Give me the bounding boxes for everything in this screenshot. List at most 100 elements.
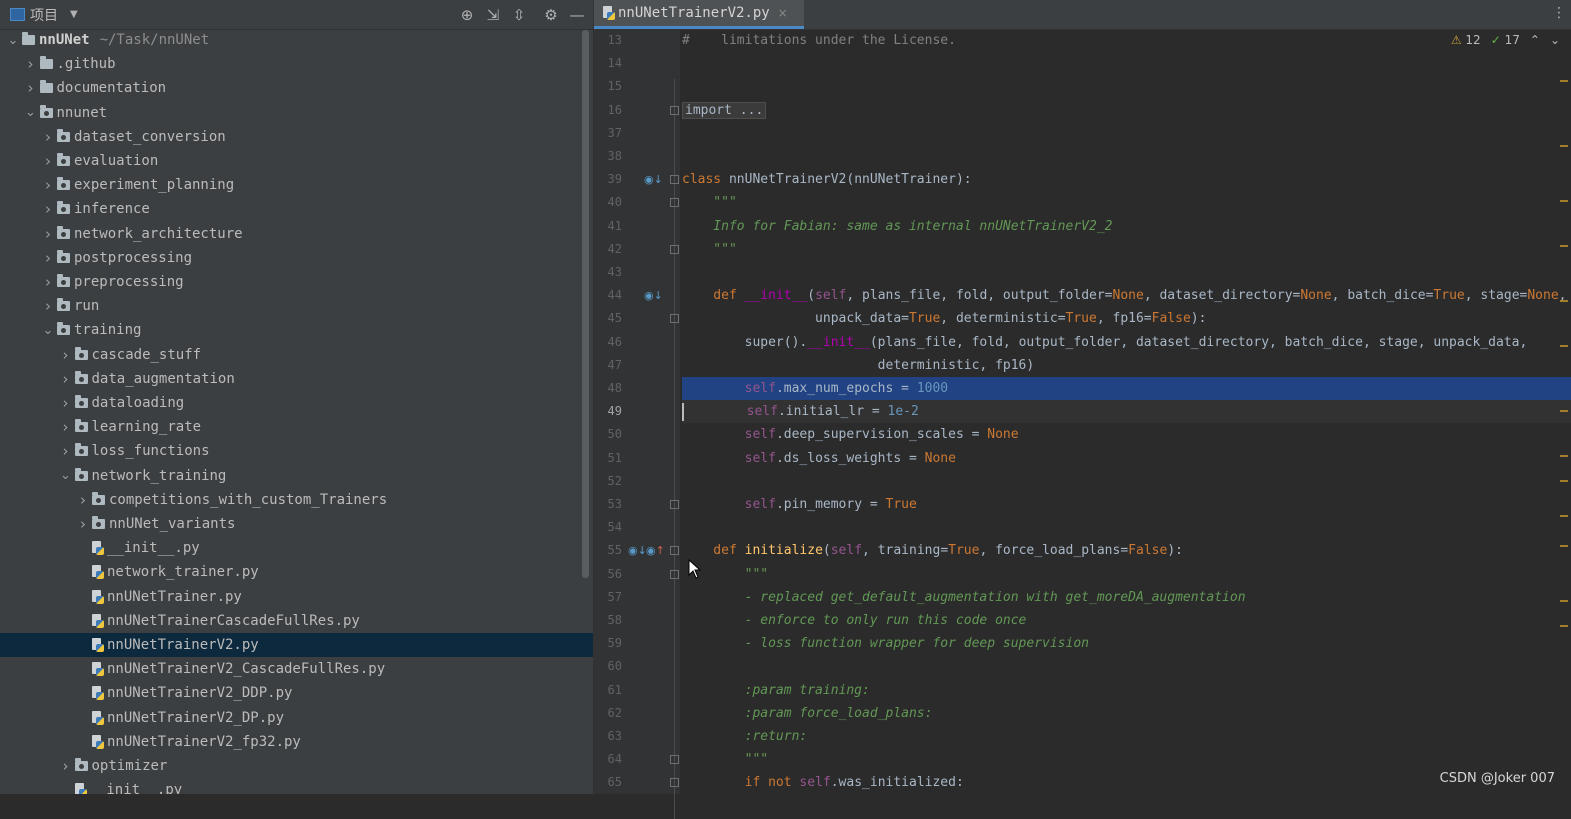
hide-icon[interactable]: — [569,6,585,24]
code-line[interactable]: """ [682,238,1571,261]
fold-marker-icon[interactable] [670,755,679,765]
chevron-right-icon[interactable]: › [59,346,73,364]
chevron-right-icon[interactable]: › [59,757,73,775]
chevron-down-icon[interactable]: ⌄ [6,33,20,48]
chevron-down-icon[interactable]: ⌄ [1550,33,1560,47]
fold-marker-icon[interactable] [670,500,679,509]
expand-all-icon[interactable]: ⇲ [485,6,501,24]
chevron-right-icon[interactable]: › [41,200,55,218]
tree-folder-item[interactable]: ⌄ nnunet [0,101,593,125]
fold-marker-icon[interactable] [670,175,679,185]
code-line[interactable]: - replaced get_default_augmentation with… [682,586,1571,609]
code-line[interactable]: :param force_load_plans: [682,702,1571,725]
tree-folder-item[interactable]: › nnUNet_variants [0,512,593,536]
warning-stripe-mark[interactable] [1560,200,1568,202]
tree-folder-item[interactable]: › dataset_conversion [0,125,593,149]
tree-file-item[interactable]: nnUNetTrainerV2_CascadeFullRes.py [0,657,593,681]
code-line[interactable]: if not self.was_initialized: [682,771,1571,794]
code-line[interactable] [682,122,1571,145]
chevron-right-icon[interactable]: › [76,491,90,509]
code-line[interactable]: - loss function wrapper for deep supervi… [682,632,1571,655]
tree-folder-item[interactable]: › run [0,294,593,318]
chevron-right-icon[interactable]: › [41,152,55,170]
tree-folder-item[interactable]: › optimizer [0,754,593,778]
collapse-all-icon[interactable]: ⇳ [511,6,527,24]
code-area[interactable]: # limitations under the License. import .… [682,29,1571,794]
chevron-right-icon[interactable]: › [59,394,73,412]
code-line[interactable] [682,470,1571,493]
chevron-right-icon[interactable]: › [41,176,55,194]
warning-stripe-mark[interactable] [1560,80,1568,82]
fold-marker-icon[interactable] [670,198,679,208]
tree-folder-item[interactable]: › inference [0,197,593,221]
implemented-icon[interactable]: ◉↓ [644,168,663,191]
tree-folder-item[interactable]: › documentation [0,76,593,100]
editor-tab[interactable]: nnUNetTrainerV2.py × [594,0,804,29]
warning-stripe-mark[interactable] [1560,600,1568,602]
overrides-icon[interactable]: ◉↑ [646,539,665,562]
tree-file-item[interactable]: __init__.py [0,778,593,794]
warning-stripe-mark[interactable] [1560,545,1568,547]
code-line[interactable]: - enforce to only run this code once [682,609,1571,632]
chevron-right-icon[interactable]: › [24,79,38,97]
tree-folder-item[interactable]: › experiment_planning [0,173,593,197]
tree-folder-item[interactable]: › .github [0,52,593,76]
code-line[interactable]: self.initial_lr = 1e-2 [682,400,1571,424]
warning-stripe-mark[interactable] [1560,245,1568,247]
project-view-selector[interactable]: 项目 ▼ [10,5,78,25]
tree-folder-item[interactable]: › postprocessing [0,246,593,270]
fold-marker-icon[interactable] [670,569,679,579]
code-line[interactable]: """ [682,748,1571,771]
tree-folder-item[interactable]: › loss_functions [0,439,593,463]
tree-folder-item[interactable]: › competitions_with_custom_Trainers [0,488,593,512]
gear-icon[interactable]: ⚙ [543,6,559,24]
code-line[interactable]: self.max_num_epochs = 1000 [682,377,1571,400]
code-line[interactable]: """ [682,563,1571,586]
chevron-right-icon[interactable]: › [41,273,55,291]
project-scrollbar[interactable] [582,30,589,578]
tree-file-item[interactable]: nnUNetTrainerV2_fp32.py [0,730,593,754]
chevron-right-icon[interactable]: › [76,515,90,533]
warning-stripe-mark[interactable] [1560,345,1568,347]
code-line[interactable]: def initialize(self, training=True, forc… [682,539,1571,562]
code-line[interactable] [682,261,1571,284]
implemented-icon[interactable]: ◉↓ [628,539,647,562]
code-line[interactable]: unpack_data=True, deterministic=True, fp… [682,307,1571,330]
tree-file-item[interactable]: network_trainer.py [0,560,593,584]
tree-folder-item[interactable]: › cascade_stuff [0,343,593,367]
fold-marker-icon[interactable] [670,244,679,254]
tree-file-item[interactable]: nnUNetTrainerV2_DDP.py [0,681,593,705]
tree-folder-item[interactable]: ⌄ training [0,318,593,342]
tree-folder-item[interactable]: › preprocessing [0,270,593,294]
code-line[interactable]: """ [682,191,1571,214]
chevron-down-icon[interactable]: ⌄ [59,468,73,483]
tree-file-item[interactable]: nnUNetTrainerCascadeFullRes.py [0,609,593,633]
tree-folder-item[interactable]: › network_architecture [0,222,593,246]
warning-stripe-mark[interactable] [1560,515,1568,517]
fold-marker-icon[interactable] [670,105,679,115]
code-line[interactable]: deterministic, fp16) [682,354,1571,377]
code-line[interactable]: self.ds_loss_weights = None [682,447,1571,470]
code-line[interactable] [682,75,1571,98]
inspection-widget[interactable]: ⚠ 12 ✓ 17 ⌃ ⌄ [1451,33,1560,47]
code-line[interactable]: :return: [682,725,1571,748]
code-line[interactable] [682,52,1571,75]
chevron-right-icon[interactable]: › [59,418,73,436]
chevron-up-icon[interactable]: ⌃ [1530,33,1540,47]
code-line[interactable]: Info for Fabian: same as internal nnUNet… [682,215,1571,238]
chevron-right-icon[interactable]: › [59,442,73,460]
chevron-right-icon[interactable]: › [41,297,55,315]
tree-folder-item[interactable]: › dataloading [0,391,593,415]
chevron-right-icon[interactable]: › [41,225,55,243]
code-line[interactable]: self.pin_memory = True [682,493,1571,516]
fold-marker-icon[interactable] [670,778,679,788]
warning-stripe-mark[interactable] [1560,455,1568,457]
code-line[interactable] [682,655,1571,678]
implemented-icon[interactable]: ◉↓ [644,284,663,307]
tree-folder-item[interactable]: ⌄ nnUNet ~/Task/nnUNet [0,28,593,52]
code-line[interactable]: self.deep_supervision_scales = None [682,423,1571,446]
tree-folder-item[interactable]: › learning_rate [0,415,593,439]
warning-stripe-mark[interactable] [1560,145,1568,147]
fold-marker-icon[interactable] [670,314,679,324]
fold-marker-icon[interactable] [670,546,679,556]
